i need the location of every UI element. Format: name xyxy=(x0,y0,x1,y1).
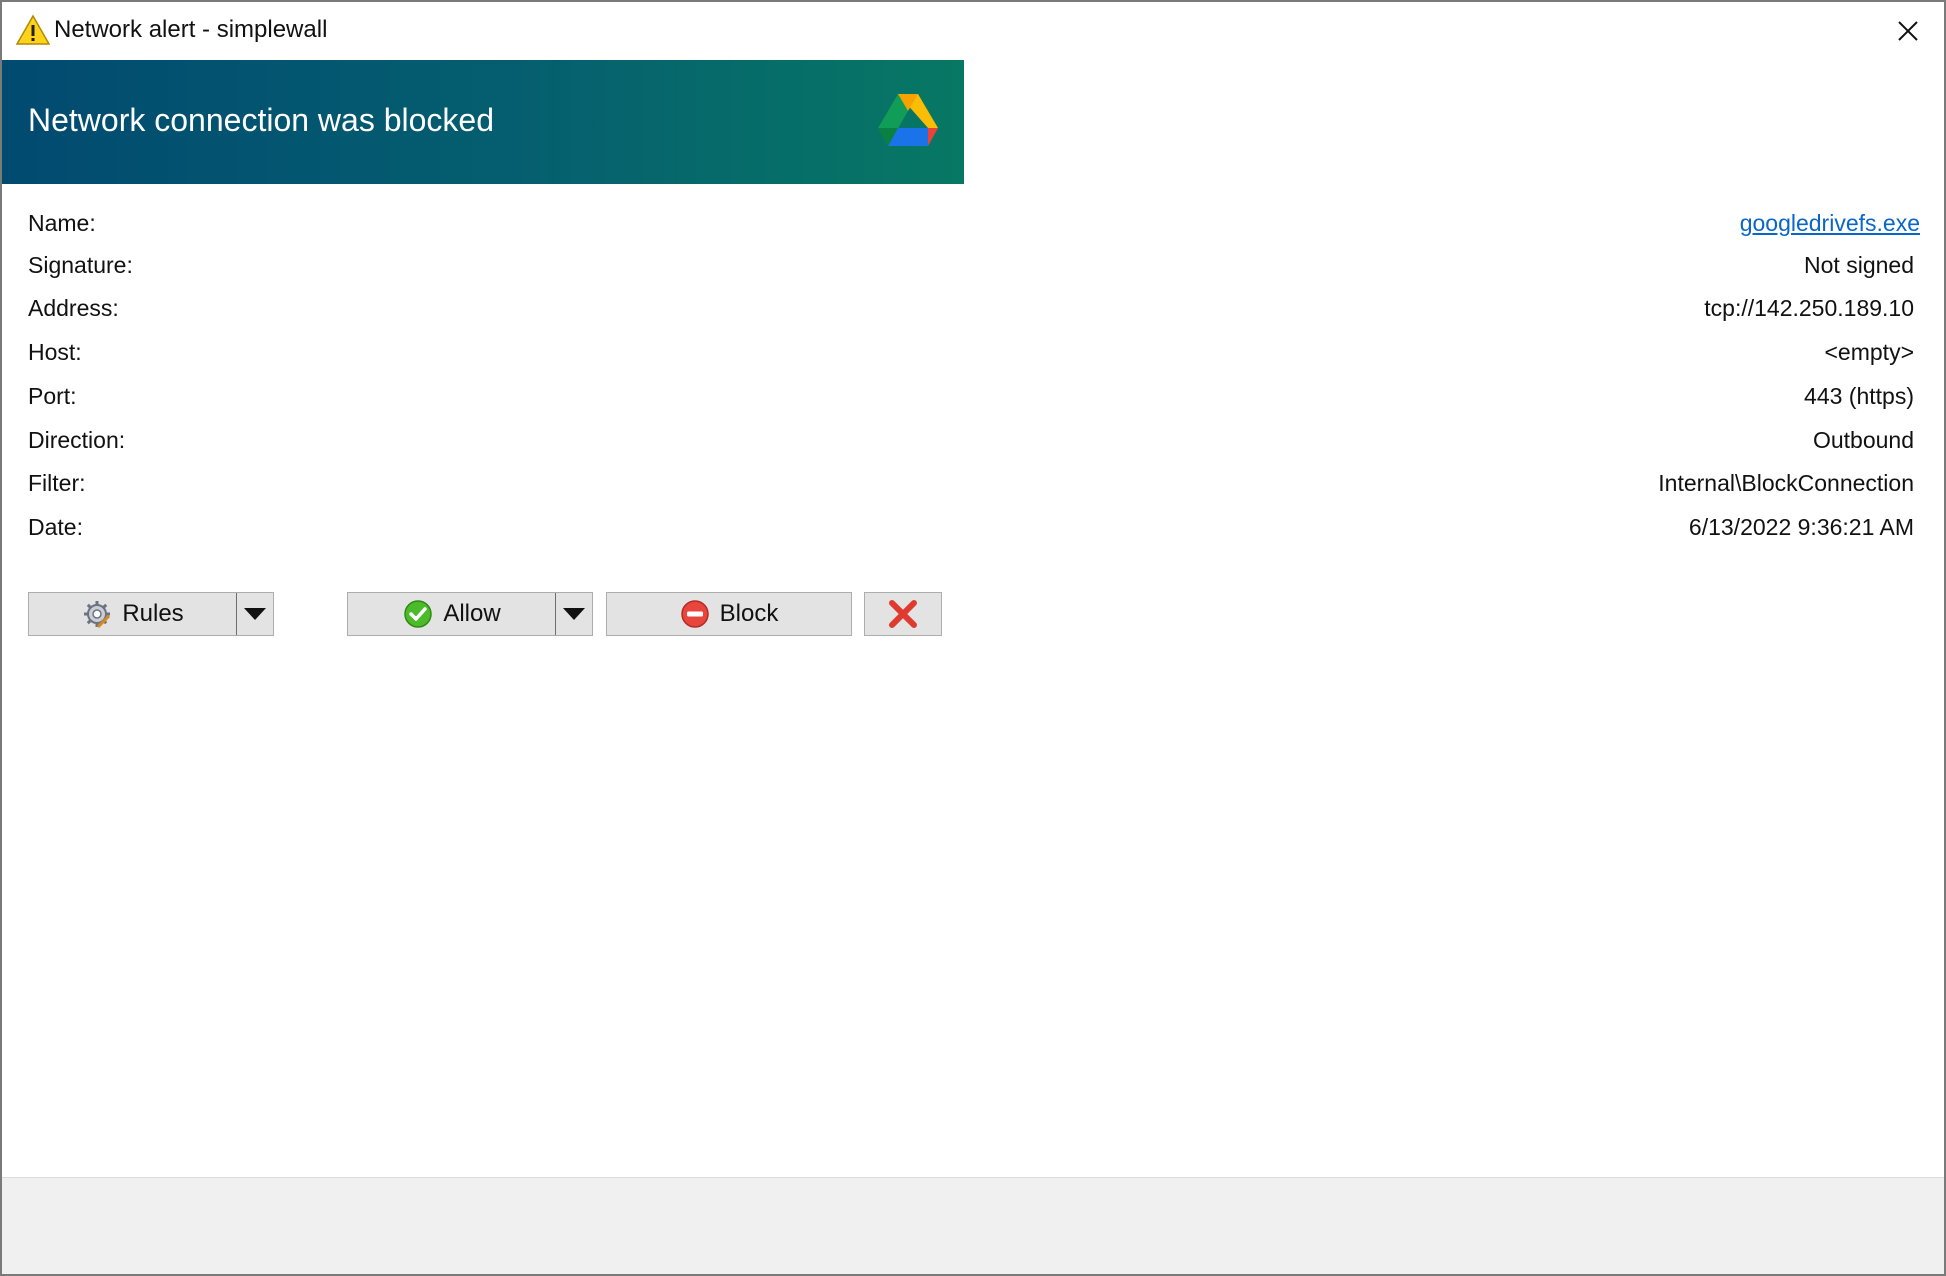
gear-icon xyxy=(84,601,111,629)
detail-label: Date: xyxy=(28,514,83,540)
detail-value: Internal\BlockConnection xyxy=(1658,470,1914,496)
allow-button[interactable]: Allow xyxy=(347,592,593,636)
detail-row-port: Port: 443 (https) xyxy=(28,377,1914,417)
dismiss-button[interactable] xyxy=(864,592,942,636)
allow-label: Allow xyxy=(443,600,501,627)
detail-label: Name: xyxy=(28,210,96,236)
rules-dropdown-toggle[interactable] xyxy=(236,593,273,635)
red-x-icon xyxy=(889,600,917,628)
block-button[interactable]: Block xyxy=(606,592,852,636)
detail-label: Filter: xyxy=(28,470,86,496)
detail-label: Address: xyxy=(28,295,119,321)
detail-row-host: Host: <empty> xyxy=(28,333,1914,373)
footer-bar xyxy=(2,1177,1944,1274)
minus-circle-icon xyxy=(680,600,709,628)
detail-label: Host: xyxy=(28,339,82,365)
detail-label: Signature: xyxy=(28,252,133,278)
detail-value: <empty> xyxy=(1824,339,1915,365)
network-alert-window: Network alert - simplewall Network conne… xyxy=(0,0,1946,1276)
allow-dropdown-toggle[interactable] xyxy=(555,593,592,635)
block-label: Block xyxy=(719,600,779,627)
chevron-down-icon xyxy=(244,608,266,620)
detail-value: 443 (https) xyxy=(1804,383,1914,409)
detail-row-signature: Signature: Not signed xyxy=(28,246,1914,286)
rules-button[interactable]: Rules xyxy=(28,592,274,636)
detail-row-name: Name: googledrivefs.exe xyxy=(28,204,1920,244)
detail-value: 6/13/2022 9:36:21 AM xyxy=(1688,514,1914,540)
detail-row-direction: Direction: Outbound xyxy=(28,421,1914,461)
close-button[interactable] xyxy=(1872,2,1944,60)
detail-value: tcp://142.250.189.10 xyxy=(1704,295,1914,321)
detail-value: Not signed xyxy=(1804,252,1914,278)
google-drive-icon xyxy=(878,94,938,146)
warning-icon xyxy=(16,14,50,45)
rules-label: Rules xyxy=(122,600,184,627)
detail-row-address: Address: tcp://142.250.189.10 xyxy=(28,289,1914,329)
window-title: Network alert - simplewall xyxy=(54,16,328,43)
chevron-down-icon xyxy=(563,608,585,620)
banner-title: Network connection was blocked xyxy=(28,102,495,138)
title-bar: Network alert - simplewall xyxy=(2,2,1944,60)
detail-label: Port: xyxy=(28,383,77,409)
header-banner: Network connection was blocked xyxy=(2,60,964,184)
app-name-link[interactable]: googledrivefs.exe xyxy=(1740,210,1920,237)
detail-row-filter: Filter: Internal\BlockConnection xyxy=(28,464,1914,504)
detail-label: Direction: xyxy=(28,427,126,453)
detail-row-date: Date: 6/13/2022 9:36:21 AM xyxy=(28,508,1914,548)
detail-value: Outbound xyxy=(1812,427,1914,453)
close-icon xyxy=(1898,21,1918,41)
check-circle-icon xyxy=(404,600,433,628)
